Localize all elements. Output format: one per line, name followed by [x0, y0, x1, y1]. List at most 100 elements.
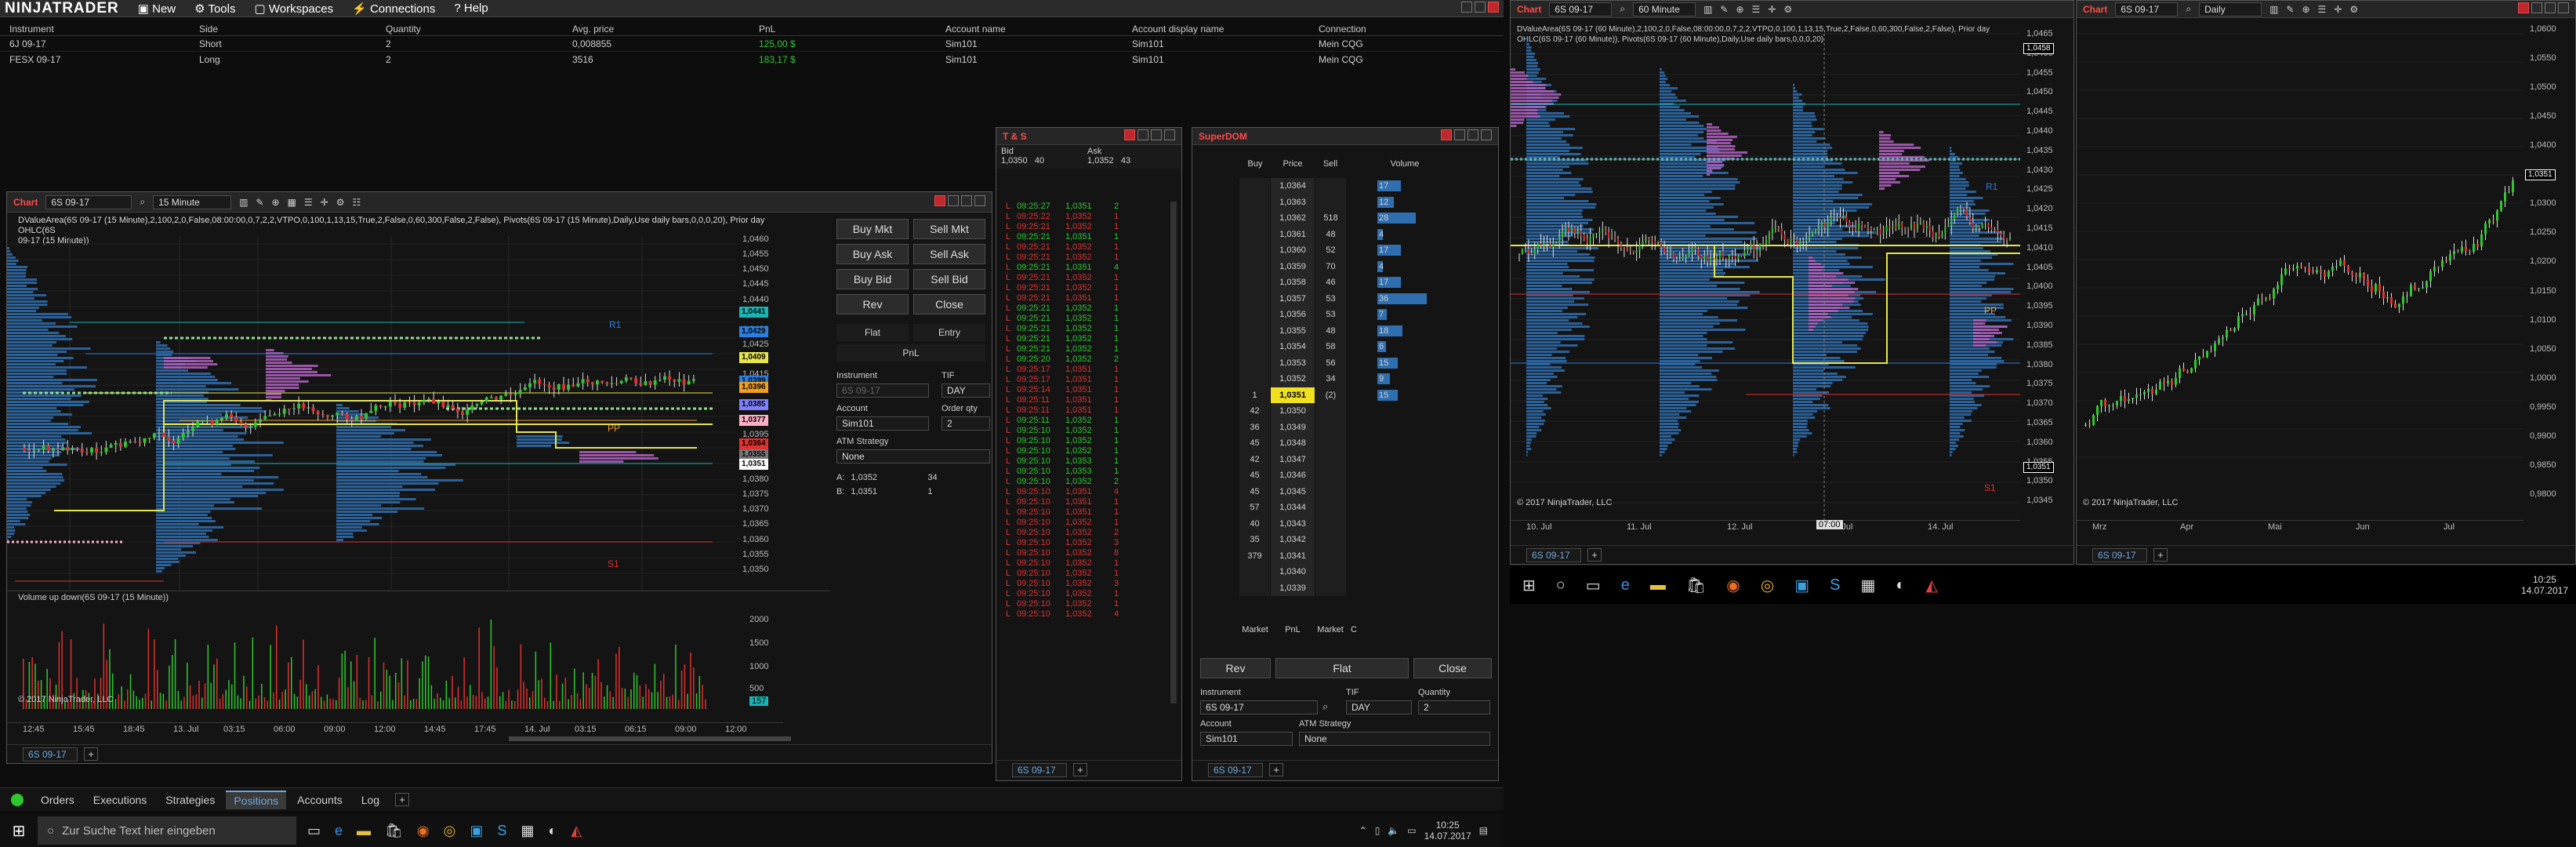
minimize-button[interactable]	[948, 195, 959, 206]
network-icon[interactable]: ▯	[1375, 825, 1381, 836]
task-view-icon[interactable]: ▭	[1586, 576, 1601, 595]
dom-row[interactable]: 1,0356 53 7	[1239, 307, 1443, 323]
pencil-icon[interactable]: ✎	[256, 197, 263, 208]
interval-selector[interactable]: 60 Minute	[1633, 2, 1696, 16]
task-view-icon[interactable]: ▭	[307, 823, 321, 839]
tab-6s[interactable]: 6S 09-17	[23, 747, 78, 762]
app-icon[interactable]: ▣	[470, 823, 483, 839]
dom-row[interactable]: 1,0339	[1239, 580, 1443, 596]
clock[interactable]: 10:25 14.07.2017	[1424, 820, 1471, 842]
close-button[interactable]	[974, 195, 985, 206]
dom-flat-button[interactable]: Flat	[1275, 658, 1409, 678]
windows-start-icon[interactable]: ⊞	[1522, 576, 1536, 595]
maximize-button[interactable]	[961, 195, 972, 206]
cortana-icon[interactable]: ○	[1556, 576, 1566, 594]
close-button[interactable]	[2558, 2, 2569, 13]
dom-row[interactable]: 1,0352 34 9	[1239, 371, 1443, 387]
add-tab-icon[interactable]: +	[1269, 763, 1283, 776]
search-icon[interactable]: ⌕	[1322, 700, 1328, 713]
rev-button[interactable]: Rev	[836, 294, 909, 314]
chart3-yaxis[interactable]: 1,06001,05501,05001,04501,04001,03511,03…	[2523, 24, 2575, 518]
menu-connections[interactable]: ⚡ Connections	[343, 2, 444, 16]
ninjatrader-task-icon[interactable]: ◭	[571, 823, 582, 839]
edge-icon[interactable]: e	[1621, 576, 1630, 594]
pencil-icon[interactable]: ✎	[2286, 4, 2294, 15]
sell-bid-button[interactable]: Sell Bid	[913, 269, 985, 289]
dom-account-select[interactable]: Sim101	[1200, 732, 1293, 746]
dom-row[interactable]: 1,0360 52 17	[1239, 242, 1443, 259]
chart2-xaxis[interactable]: 10. Jul11. Jul12. Jul13. Jul14. Jul	[1511, 520, 2020, 534]
dom-instrument-field[interactable]: 6S 09-17	[1200, 700, 1318, 714]
crosshair-icon[interactable]: ✛	[2334, 4, 2342, 15]
gear-icon[interactable]: ⚙	[2349, 4, 2358, 15]
calculator-icon[interactable]: ▦	[521, 823, 534, 839]
store-icon[interactable]: 🛍	[1686, 576, 1706, 595]
minimize-button[interactable]	[2531, 2, 2542, 13]
zoom-icon[interactable]: ⊕	[1736, 4, 1743, 15]
maximize-button[interactable]	[1151, 129, 1162, 140]
chart1-plot[interactable]: DValueArea(6S 09-17 (15 Minute),2,100,2,…	[7, 213, 830, 722]
instrument-selector[interactable]: 6S 09-17	[2115, 2, 2179, 16]
firefox-icon[interactable]: ◉	[1726, 576, 1740, 595]
order-qty-stepper[interactable]: 2	[942, 416, 990, 431]
menu-help[interactable]: ? Help	[444, 2, 497, 15]
dom-row[interactable]: 1,0353 56 15	[1239, 354, 1443, 371]
dom-row[interactable]: 42 1,0350	[1239, 403, 1443, 420]
close-position-button[interactable]: Close	[913, 294, 985, 314]
tab-6s[interactable]: 6S 09-17	[1526, 547, 1581, 562]
minimize-button[interactable]	[1137, 129, 1148, 140]
gear-icon[interactable]: ⚙	[336, 197, 345, 208]
table-row[interactable]: 6J 09-17 Short 2 0,008855 125,00 $ Sim10…	[0, 36, 1504, 52]
link-button[interactable]	[1441, 129, 1452, 140]
notification-icon[interactable]: ▤	[1479, 825, 1488, 836]
chrome-icon[interactable]: ◎	[444, 823, 456, 839]
minimize-button[interactable]	[1461, 2, 1472, 13]
skype-icon[interactable]: S	[497, 823, 506, 839]
volume-panel[interactable]: Volume up down(6S 09-17 (15 Minute)) 200…	[7, 591, 830, 716]
tab-accounts[interactable]: Accounts	[289, 791, 350, 809]
market-sell-button[interactable]: Market	[1315, 625, 1346, 639]
chart2-yaxis[interactable]: 1,04651,04601,04551,04501,04451,04401,04…	[2020, 29, 2073, 515]
add-tab-icon[interactable]: +	[395, 793, 410, 806]
properties-icon[interactable]: ☰	[1752, 4, 1761, 15]
menu-new[interactable]: ▣ New	[129, 2, 185, 16]
interval-selector[interactable]: Daily	[2199, 2, 2262, 16]
dom-row[interactable]: 36 1,0349	[1239, 419, 1443, 435]
dom-row[interactable]: 1 1,0351 (2) 15	[1239, 387, 1443, 403]
dom-tif-select[interactable]: DAY	[1346, 700, 1412, 714]
sell-mkt-button[interactable]: Sell Mkt	[913, 219, 985, 239]
ninjatrader-task-icon[interactable]: ◭	[1925, 576, 1937, 595]
dom-atm-select[interactable]: None	[1299, 732, 1490, 746]
instrument-selector[interactable]: 6S 09-17	[1549, 2, 1613, 16]
dom-row[interactable]: 1,0362 518 28	[1239, 210, 1443, 227]
windows-start-icon[interactable]: ⊞	[0, 821, 38, 841]
properties-icon[interactable]: ☰	[2318, 4, 2327, 15]
close-button[interactable]	[1481, 129, 1492, 140]
chrome-icon[interactable]: ◎	[1761, 576, 1774, 595]
dom-row[interactable]: 45 1,0346	[1239, 467, 1443, 484]
zoom-icon[interactable]: ⊕	[271, 197, 279, 208]
interval-selector[interactable]: 15 Minute	[153, 194, 232, 209]
add-tab-icon[interactable]: +	[84, 747, 98, 761]
menu-workspaces[interactable]: ▢ Workspaces	[245, 2, 343, 16]
dom-rev-button[interactable]: Rev	[1200, 658, 1271, 678]
dom-row[interactable]: 1,0363 12	[1239, 194, 1443, 210]
dom-row[interactable]: 1,0364 17	[1239, 178, 1443, 194]
col-connection[interactable]: Connection	[1315, 24, 1502, 35]
maximize-button[interactable]	[2545, 2, 2556, 13]
maximize-button[interactable]	[1475, 2, 1486, 13]
buy-mkt-button[interactable]: Buy Mkt	[836, 219, 909, 239]
chart3-xaxis[interactable]: Mrz Apr Mai Jun Jul	[2077, 520, 2523, 534]
zoom-icon[interactable]: ⊕	[2302, 4, 2309, 15]
dom-row[interactable]: 57 1,0344	[1239, 500, 1443, 516]
dom-row[interactable]: 1,0354 58 6	[1239, 339, 1443, 355]
search-icon[interactable]: ⌕	[1620, 3, 1625, 15]
col-quantity[interactable]: Quantity	[383, 24, 569, 35]
firefox-icon[interactable]: ◉	[417, 823, 430, 839]
dom-row[interactable]: 1,0359 70 4	[1239, 258, 1443, 274]
ts-scrollbar[interactable]	[1170, 202, 1177, 703]
dom-ladder[interactable]: 1,0364 17 1,0363 12 1,0362 518 28 1,0361 48 4 1,03…	[1239, 178, 1443, 617]
tab-executions[interactable]: Executions	[85, 791, 154, 809]
link-button[interactable]	[2518, 2, 2529, 13]
dom-qty-stepper[interactable]: 2	[1418, 700, 1490, 714]
